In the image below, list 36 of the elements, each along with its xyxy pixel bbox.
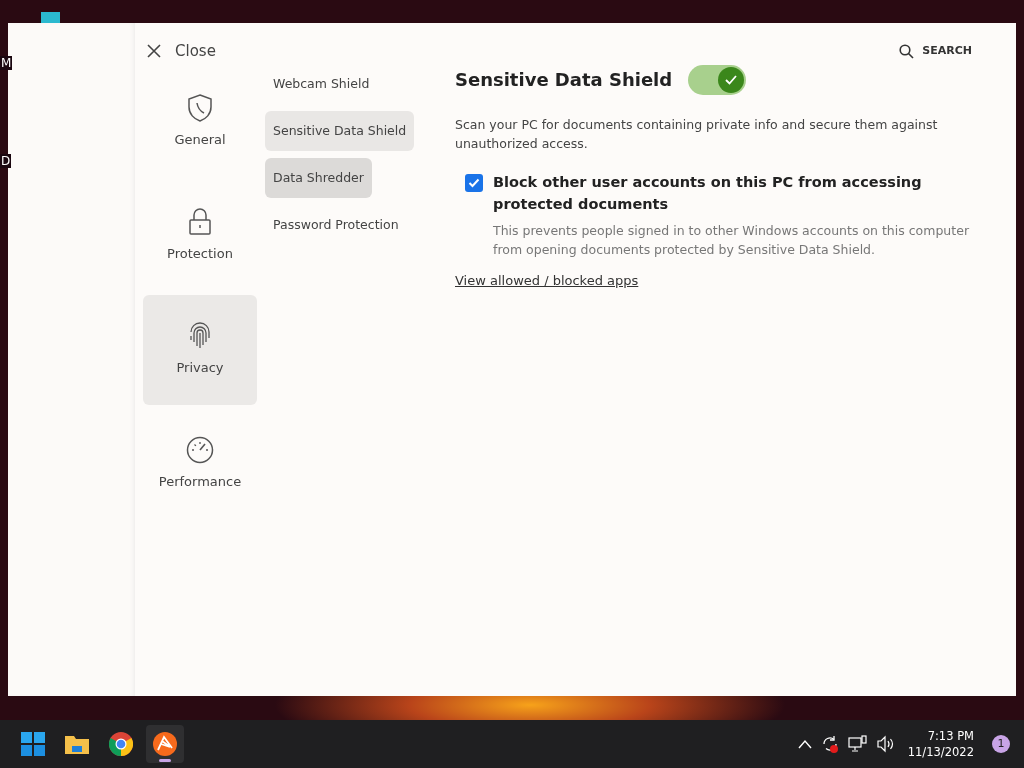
lock-icon bbox=[189, 208, 211, 237]
taskbar-app[interactable] bbox=[146, 725, 184, 763]
subnav-item[interactable]: Sensitive Data Shield bbox=[265, 111, 415, 151]
desktop-icon-label[interactable]: M bbox=[0, 56, 13, 70]
description-text: Scan your PC for documents containing private info and secure them against unauthorized access. bbox=[455, 116, 939, 153]
desktop-icon-label[interactable]: D bbox=[0, 154, 12, 168]
section-title: Sensitive Data Shield bbox=[455, 69, 673, 91]
search-icon bbox=[899, 43, 915, 59]
toggle-switch[interactable] bbox=[688, 65, 747, 95]
shield-icon bbox=[187, 94, 213, 123]
clock[interactable]: 7:13 PM 11/13/2022 bbox=[903, 728, 978, 760]
category-tab[interactable]: General bbox=[143, 67, 257, 177]
category-tab[interactable]: Privacy bbox=[143, 295, 257, 405]
category-tab[interactable]: Protection bbox=[143, 181, 257, 291]
windows-start-icon bbox=[21, 732, 45, 756]
folder-icon bbox=[64, 733, 90, 755]
browser-icon bbox=[109, 732, 133, 756]
gauge-icon bbox=[186, 436, 214, 465]
fingerprint-icon bbox=[188, 322, 212, 351]
search-button[interactable]: SEARCH bbox=[899, 42, 972, 60]
category-tab[interactable]: Performance bbox=[143, 409, 257, 519]
checkbox[interactable] bbox=[465, 174, 483, 192]
network-icon[interactable] bbox=[847, 735, 868, 753]
close-button[interactable]: Close bbox=[147, 39, 216, 63]
subnav-item[interactable]: Data Shredder bbox=[265, 158, 372, 198]
close-icon bbox=[147, 44, 161, 58]
app-logo-icon bbox=[153, 732, 177, 756]
check-icon bbox=[724, 74, 739, 86]
subnav-item[interactable]: Webcam Shield bbox=[265, 64, 378, 104]
caret-up-icon[interactable] bbox=[797, 739, 812, 749]
link[interactable]: View allowed / blocked apps bbox=[455, 271, 639, 291]
speaker-icon[interactable] bbox=[875, 735, 896, 753]
help-text: This prevents people signed in to other Windows accounts on this computer from opening documents protected by Sensitive Data Shield. bbox=[493, 222, 971, 259]
notification-badge[interactable]: 1 bbox=[992, 735, 1010, 753]
subnav-item[interactable]: Password Protection bbox=[265, 205, 407, 245]
option-label: Block other user accounts on this PC from accessing protected documents bbox=[493, 173, 923, 214]
